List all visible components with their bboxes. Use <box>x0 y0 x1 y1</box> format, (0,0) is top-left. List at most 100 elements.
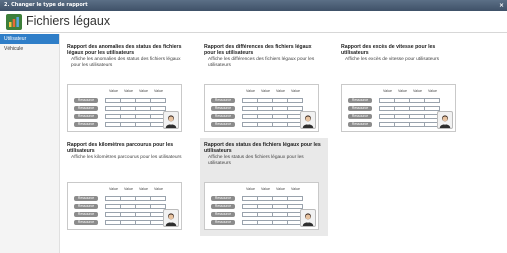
table-cell <box>242 196 258 201</box>
table-cell <box>409 114 425 119</box>
table-cell <box>242 98 258 103</box>
row-label: Ressource <box>211 196 235 201</box>
table-cell <box>105 106 121 111</box>
row-label: Ressource <box>211 106 235 111</box>
table-cell <box>379 114 395 119</box>
column-header: Value <box>261 89 270 93</box>
row-label: Ressource <box>74 196 98 201</box>
report-card-selected[interactable]: Rapport des status des fichiers légaux p… <box>200 138 328 236</box>
row-label: Ressource <box>348 114 372 119</box>
report-title: Rapport des excès de vitesse pour les ut… <box>341 44 436 56</box>
table-cell <box>242 204 258 209</box>
table-cell <box>257 212 273 217</box>
column-header: Value <box>276 187 285 191</box>
row-label: Ressource <box>74 220 98 225</box>
table-cell <box>105 212 121 217</box>
table-cell <box>242 106 258 111</box>
report-thumbnail: Value Value Value Value Ressource Ressource Re… <box>67 84 182 132</box>
table-cell <box>257 98 273 103</box>
table-cell <box>379 98 395 103</box>
table-cell <box>272 98 288 103</box>
report-title: Rapport des status des fichiers légaux p… <box>204 142 321 154</box>
table-cell <box>424 98 440 103</box>
row-label: Ressource <box>74 122 98 127</box>
row-label: Ressource <box>211 98 235 103</box>
column-header: Value <box>291 187 300 191</box>
table-cell <box>394 98 410 103</box>
row-label: Ressource <box>211 220 235 225</box>
table-cell <box>135 204 151 209</box>
table-cell <box>120 196 136 201</box>
table-cell <box>272 204 288 209</box>
window-titlebar: 2. Changer le type de rapport × <box>0 0 507 11</box>
person-icon <box>163 111 179 129</box>
table-cell <box>394 114 410 119</box>
table-cell <box>287 196 303 201</box>
row-label: Ressource <box>211 114 235 119</box>
report-card[interactable]: Rapport des différences des fichiers lég… <box>200 40 328 138</box>
table-cell <box>409 122 425 127</box>
table-cell <box>257 106 273 111</box>
table-cell <box>120 106 136 111</box>
row-label: Ressource <box>74 106 98 111</box>
report-card[interactable]: Rapport des kilomètres parcourus pour le… <box>63 138 191 236</box>
table-cell <box>287 98 303 103</box>
table-cell <box>394 122 410 127</box>
report-description: Affiche les kilomètres parcourus pour le… <box>71 155 182 160</box>
row-label: Ressource <box>74 114 98 119</box>
report-description: Affiche les excès de vitesse pour utilis… <box>345 57 440 62</box>
column-header: Value <box>154 89 163 93</box>
report-thumbnail: Value Value Value Value Ressource Ressource Re… <box>204 182 319 230</box>
table-cell <box>242 122 258 127</box>
table-cell <box>379 106 395 111</box>
table-cell <box>257 220 273 225</box>
report-grid: Rapport des anomalies des status des fic… <box>61 34 507 253</box>
row-label: Ressource <box>348 122 372 127</box>
sidebar-item-utilisateur[interactable]: Utilisateur <box>0 34 59 44</box>
table-cell <box>150 98 166 103</box>
table-cell <box>272 106 288 111</box>
column-header: Value <box>154 187 163 191</box>
row-label: Ressource <box>74 204 98 209</box>
table-cell <box>242 220 258 225</box>
table-cell <box>257 114 273 119</box>
report-card[interactable]: Rapport des excès de vitesse pour les ut… <box>337 40 465 138</box>
table-cell <box>257 204 273 209</box>
sidebar-item-vehicule[interactable]: Véhicule <box>0 44 59 54</box>
table-cell <box>120 98 136 103</box>
row-label: Ressource <box>211 212 235 217</box>
report-card[interactable]: Rapport des anomalies des status des fic… <box>63 40 191 138</box>
table-cell <box>105 196 121 201</box>
column-header: Value <box>109 89 118 93</box>
table-cell <box>409 98 425 103</box>
table-cell <box>379 122 395 127</box>
person-icon <box>437 111 453 129</box>
sidebar: Utilisateur Véhicule <box>0 34 60 253</box>
row-label: Ressource <box>74 212 98 217</box>
table-cell <box>105 220 121 225</box>
report-title: Rapport des différences des fichiers lég… <box>204 44 312 56</box>
table-cell <box>135 122 151 127</box>
table-cell <box>257 196 273 201</box>
row-label: Ressource <box>74 98 98 103</box>
report-description: Affiche les status des fichiers légaux p… <box>208 155 304 166</box>
table-cell <box>272 114 288 119</box>
table-cell <box>409 106 425 111</box>
close-icon[interactable]: × <box>499 0 504 11</box>
table-cell <box>150 196 166 201</box>
table-cell <box>120 220 136 225</box>
row-label: Ressource <box>211 122 235 127</box>
page-title: Fichiers légaux <box>26 14 111 28</box>
report-description: Affiche les différences des fichiers lég… <box>208 57 315 68</box>
table-cell <box>105 204 121 209</box>
table-cell <box>394 106 410 111</box>
report-thumbnail: Value Value Value Value Ressource Ressource Re… <box>67 182 182 230</box>
row-label: Ressource <box>211 204 235 209</box>
column-header: Value <box>246 89 255 93</box>
table-cell <box>135 220 151 225</box>
table-cell <box>242 114 258 119</box>
table-cell <box>105 122 121 127</box>
report-title: Rapport des anomalies des status des fic… <box>67 44 182 56</box>
person-icon <box>300 111 316 129</box>
table-cell <box>135 114 151 119</box>
